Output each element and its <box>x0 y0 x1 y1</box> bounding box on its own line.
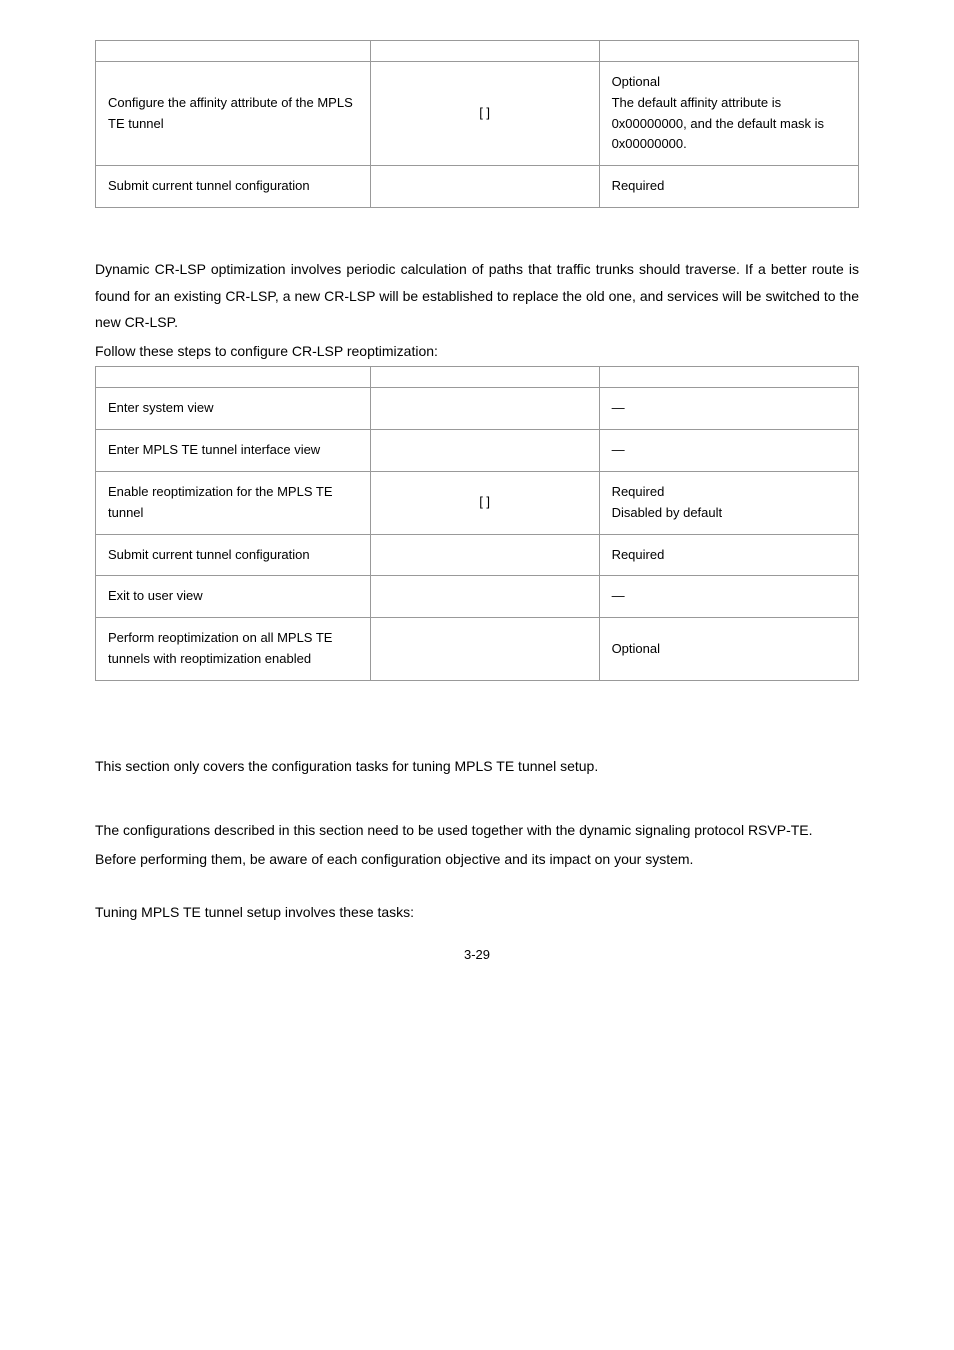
cell-remark: Optional <box>599 618 858 681</box>
reoptimization-table: Enter system view — Enter MPLS TE tunnel… <box>95 366 859 680</box>
paragraph: This section only covers the configurati… <box>95 753 859 780</box>
cell-remark: — <box>599 430 858 472</box>
table-header-2 <box>370 367 599 388</box>
table-row: Enable reoptimization for the MPLS TE tu… <box>96 471 859 534</box>
paragraph: Tuning MPLS TE tunnel setup involves the… <box>95 899 859 926</box>
cell-desc: Enable reoptimization for the MPLS TE tu… <box>96 471 371 534</box>
table-row: Submit current tunnel configuration Requ… <box>96 166 859 208</box>
cell-desc: Perform reoptimization on all MPLS TE tu… <box>96 618 371 681</box>
table-row: Exit to user view — <box>96 576 859 618</box>
cell-desc: Exit to user view <box>96 576 371 618</box>
table-row <box>96 41 859 62</box>
cell-desc: Enter system view <box>96 388 371 430</box>
cell-desc: Configure the affinity attribute of the … <box>96 62 371 166</box>
paragraph: Dynamic CR-LSP optimization involves per… <box>95 256 859 336</box>
table-header-2 <box>370 41 599 62</box>
cell-desc: Enter MPLS TE tunnel interface view <box>96 430 371 472</box>
table-header-3 <box>599 367 858 388</box>
table-header-1 <box>96 367 371 388</box>
table-row: Configure the affinity attribute of the … <box>96 62 859 166</box>
cell-desc: Submit current tunnel configuration <box>96 534 371 576</box>
table-header-3 <box>599 41 858 62</box>
cell-remark: Required <box>599 166 858 208</box>
table-header-1 <box>96 41 371 62</box>
cell-remark: Required Disabled by default <box>599 471 858 534</box>
table-row: Perform reoptimization on all MPLS TE tu… <box>96 618 859 681</box>
cell-remark: — <box>599 576 858 618</box>
paragraph: Follow these steps to configure CR-LSP r… <box>95 338 859 365</box>
cell-remark: Required <box>599 534 858 576</box>
table-row: Submit current tunnel configuration Requ… <box>96 534 859 576</box>
page-number: 3-29 <box>95 945 859 966</box>
cell-command: [ ] <box>370 62 599 166</box>
cell-remark: Optional The default affinity attribute … <box>599 62 858 166</box>
table-row: Enter MPLS TE tunnel interface view — <box>96 430 859 472</box>
cell-command <box>370 576 599 618</box>
paragraph: The configurations described in this sec… <box>95 817 859 844</box>
affinity-table: Configure the affinity attribute of the … <box>95 40 859 208</box>
cell-command <box>370 430 599 472</box>
paragraph: Before performing them, be aware of each… <box>95 846 859 873</box>
cell-command <box>370 388 599 430</box>
table-row: Enter system view — <box>96 388 859 430</box>
table-row <box>96 367 859 388</box>
cell-desc: Submit current tunnel configuration <box>96 166 371 208</box>
cell-command <box>370 534 599 576</box>
cell-command <box>370 166 599 208</box>
cell-command: [ ] <box>370 471 599 534</box>
cell-command <box>370 618 599 681</box>
cell-remark: — <box>599 388 858 430</box>
